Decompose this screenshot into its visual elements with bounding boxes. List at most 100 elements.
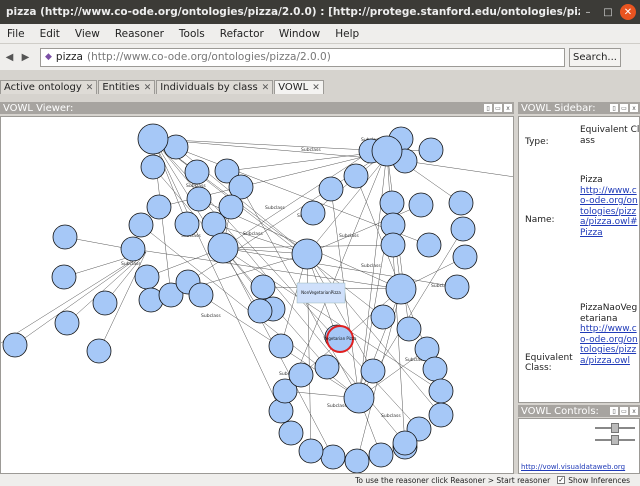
panel-close-icon[interactable]: x: [630, 104, 638, 112]
class-node[interactable]: [184, 159, 210, 185]
menu-help[interactable]: Help: [328, 28, 367, 40]
equivalent-class-value: PizzaNaoVegetariana: [580, 303, 638, 324]
edge-label: Subclass: [201, 313, 221, 319]
panel-pin-icon[interactable]: ▯: [610, 104, 618, 112]
class-hub-node[interactable]: [291, 238, 323, 270]
class-node[interactable]: [318, 176, 344, 202]
class-node[interactable]: [344, 448, 370, 473]
zoom-slider[interactable]: [595, 435, 635, 445]
panel-pin-icon[interactable]: ▯: [610, 407, 618, 415]
class-node[interactable]: [52, 224, 78, 250]
class-node[interactable]: [288, 362, 314, 388]
class-node[interactable]: [146, 194, 172, 220]
class-hub-node[interactable]: [343, 382, 375, 414]
class-node[interactable]: [360, 358, 386, 384]
class-node[interactable]: [396, 316, 422, 342]
vowl-graph-canvas[interactable]: Subclass Subclass Subclass Subclass Subclass…: [0, 116, 514, 474]
class-node[interactable]: [428, 402, 454, 428]
class-node[interactable]: [380, 232, 406, 258]
ontology-address-field[interactable]: ◆ pizza (http://www.co-ode.org/ontologie…: [40, 47, 565, 67]
class-node[interactable]: [174, 211, 200, 237]
menu-reasoner[interactable]: Reasoner: [108, 28, 172, 40]
class-node[interactable]: [188, 282, 214, 308]
tab-entities[interactable]: Entities ✕: [98, 80, 156, 94]
panel-close-icon[interactable]: x: [504, 104, 512, 112]
class-node[interactable]: [186, 186, 212, 212]
class-hub-node[interactable]: [371, 135, 403, 167]
close-icon[interactable]: ✕: [144, 83, 152, 93]
class-node[interactable]: [314, 354, 340, 380]
class-node[interactable]: [370, 304, 396, 330]
selected-node-label: Vegetarian Pizza: [323, 336, 357, 341]
class-node[interactable]: [444, 274, 470, 300]
panel-pin-icon[interactable]: ▯: [484, 104, 492, 112]
class-node[interactable]: [368, 442, 394, 468]
class-node[interactable]: [452, 244, 478, 270]
window-title: pizza (http://www.co-ode.org/ontologies/…: [6, 6, 580, 18]
class-node[interactable]: [450, 216, 476, 242]
menu-refactor[interactable]: Refactor: [213, 28, 272, 40]
menu-file[interactable]: File: [0, 28, 33, 40]
vowl-graph[interactable]: Subclass Subclass Subclass Subclass Subclass…: [1, 117, 514, 474]
name-iri-link[interactable]: http://www.co-ode.org/ontologies/pizza/p…: [580, 186, 638, 238]
class-node[interactable]: [247, 298, 273, 324]
class-node[interactable]: [250, 274, 276, 300]
class-hub-node[interactable]: [385, 273, 417, 305]
class-node[interactable]: [428, 378, 454, 404]
link-distance-slider[interactable]: [595, 423, 635, 433]
close-icon[interactable]: ✕: [86, 83, 94, 93]
tab-individuals-by-class[interactable]: Individuals by class ✕: [156, 80, 274, 94]
menu-tools[interactable]: Tools: [172, 28, 213, 40]
search-button[interactable]: Search...: [569, 47, 621, 67]
slider-knob[interactable]: [611, 423, 619, 433]
class-hub-node[interactable]: [137, 123, 169, 155]
class-node[interactable]: [448, 190, 474, 216]
class-node[interactable]: [51, 264, 77, 290]
panel-maximize-icon[interactable]: ▭: [620, 104, 628, 112]
class-node[interactable]: [392, 430, 418, 456]
class-node[interactable]: [408, 192, 434, 218]
vowl-viewer-title: VOWL Viewer:: [3, 102, 74, 114]
subclass-edge: [404, 160, 513, 177]
panel-close-icon[interactable]: x: [630, 407, 638, 415]
menu-view[interactable]: View: [68, 28, 108, 40]
class-node[interactable]: [422, 356, 448, 382]
equivalent-class-link[interactable]: http://www.co-ode.org/ontologies/pizza/p…: [580, 324, 638, 366]
vowl-sidebar-title: VOWL Sidebar:: [521, 102, 596, 114]
class-node[interactable]: [418, 137, 444, 163]
back-arrow-icon[interactable]: ◀: [3, 49, 16, 65]
slider-knob[interactable]: [611, 435, 619, 445]
class-node[interactable]: [379, 190, 405, 216]
class-node[interactable]: [298, 438, 324, 464]
class-node[interactable]: [300, 200, 326, 226]
panel-maximize-icon[interactable]: ▭: [620, 407, 628, 415]
class-node[interactable]: [134, 264, 160, 290]
class-hub-node[interactable]: [207, 232, 239, 264]
class-node[interactable]: [320, 444, 346, 470]
class-node[interactable]: [92, 290, 118, 316]
minimize-button[interactable]: –: [580, 4, 596, 20]
close-icon[interactable]: ✕: [312, 83, 320, 93]
class-node[interactable]: [416, 232, 442, 258]
class-node[interactable]: [128, 212, 154, 238]
panel-maximize-icon[interactable]: ▭: [494, 104, 502, 112]
class-node[interactable]: [140, 154, 166, 180]
maximize-button[interactable]: □: [600, 4, 616, 20]
class-node[interactable]: [343, 163, 369, 189]
tab-vowl[interactable]: VOWL ✕: [274, 80, 324, 94]
class-node[interactable]: [2, 332, 28, 358]
class-node[interactable]: [54, 310, 80, 336]
tab-active-ontology[interactable]: Active ontology ✕: [0, 80, 98, 94]
show-inferences-checkbox[interactable]: ✓: [557, 476, 566, 484]
class-node[interactable]: [201, 211, 227, 237]
class-node[interactable]: [278, 420, 304, 446]
close-icon[interactable]: ✕: [262, 83, 270, 93]
class-node[interactable]: [268, 333, 294, 359]
menu-edit[interactable]: Edit: [33, 28, 68, 40]
menu-window[interactable]: Window: [272, 28, 328, 40]
class-node[interactable]: [120, 236, 146, 262]
vowl-homepage-link[interactable]: http://vowl.visualdataweb.org: [521, 463, 625, 471]
class-node[interactable]: [86, 338, 112, 364]
close-button[interactable]: ✕: [620, 4, 636, 20]
forward-arrow-icon[interactable]: ▶: [19, 49, 32, 65]
